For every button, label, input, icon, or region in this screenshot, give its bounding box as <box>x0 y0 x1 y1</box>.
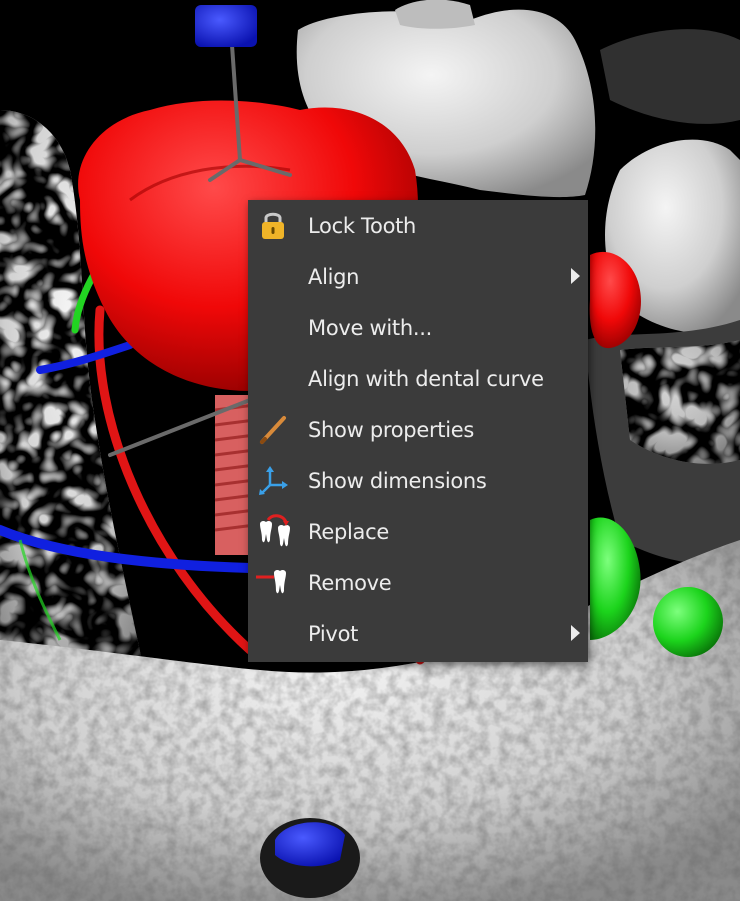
menu-item-align[interactable]: Align <box>248 251 588 302</box>
pencil-icon <box>256 412 290 446</box>
menu-item-show-dimensions[interactable]: Show dimensions <box>248 455 588 506</box>
menu-item-label: Align <box>308 265 360 289</box>
menu-item-label: Align with dental curve <box>308 367 544 391</box>
menu-item-label: Remove <box>308 571 392 595</box>
menu-item-remove[interactable]: Remove <box>248 557 588 608</box>
green-sphere-handle[interactable] <box>653 587 723 657</box>
remove-tooth-icon <box>256 565 290 599</box>
context-menu: Lock Tooth Align Move with... Align with… <box>248 200 588 662</box>
replace-tooth-icon <box>256 514 290 548</box>
menu-item-pivot[interactable]: Pivot <box>248 608 588 659</box>
submenu-arrow-icon <box>571 625 580 641</box>
menu-item-label: Move with... <box>308 316 432 340</box>
lock-icon <box>256 208 290 242</box>
menu-item-label: Lock Tooth <box>308 214 417 238</box>
menu-item-label: Show properties <box>308 418 475 442</box>
menu-item-show-properties[interactable]: Show properties <box>248 404 588 455</box>
blue-axis-handle[interactable] <box>195 5 257 47</box>
menu-item-label: Show dimensions <box>308 469 487 493</box>
menu-item-replace[interactable]: Replace <box>248 506 588 557</box>
menu-item-align-with-dental-curve[interactable]: Align with dental curve <box>248 353 588 404</box>
axes-icon <box>256 463 290 497</box>
menu-item-move-with[interactable]: Move with... <box>248 302 588 353</box>
menu-item-label: Pivot <box>308 622 359 646</box>
menu-item-lock-tooth[interactable]: Lock Tooth <box>248 200 588 251</box>
submenu-arrow-icon <box>571 268 580 284</box>
menu-item-label: Replace <box>308 520 389 544</box>
